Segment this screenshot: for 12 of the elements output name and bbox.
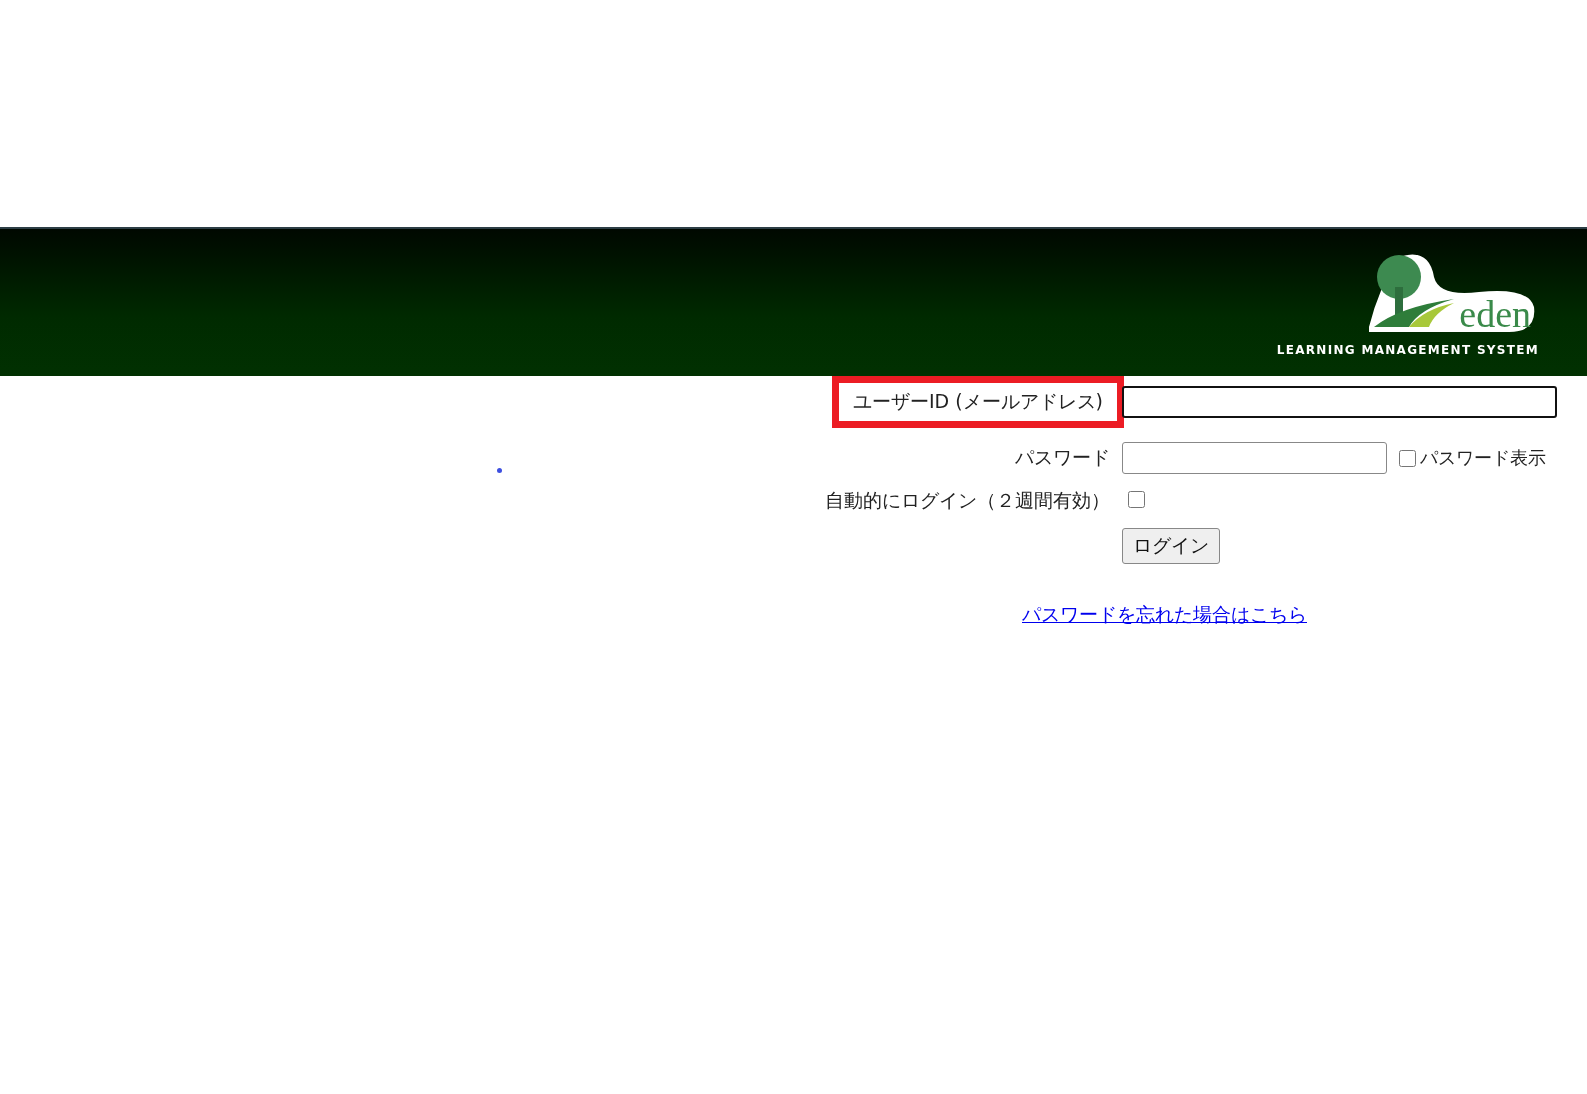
- show-password-label: パスワード表示: [1420, 446, 1546, 470]
- auto-login-checkbox[interactable]: [1128, 490, 1145, 508]
- password-label: パスワード: [1015, 445, 1110, 470]
- password-input[interactable]: [1122, 442, 1387, 474]
- dot-mark: [497, 468, 502, 473]
- auto-login-label: 自動的にログイン（２週間有効）: [825, 488, 1110, 513]
- logo-tagline: LEARNING MANAGEMENT SYSTEM: [1276, 343, 1539, 357]
- user-id-label: ユーザーID (メールアドレス): [831, 376, 1124, 428]
- login-button[interactable]: ログイン: [1122, 528, 1220, 564]
- user-id-input[interactable]: [1122, 386, 1557, 418]
- forgot-password-link[interactable]: パスワードを忘れた場合はこちら: [1022, 602, 1307, 628]
- show-password-checkbox[interactable]: [1399, 449, 1416, 467]
